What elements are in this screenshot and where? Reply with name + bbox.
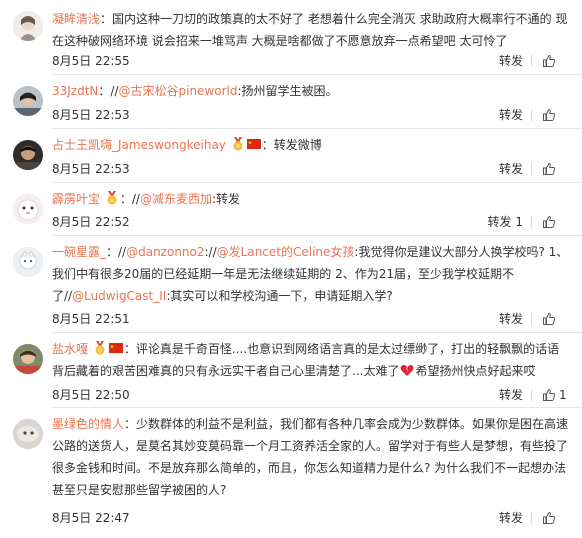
repost-button[interactable]: 转发 xyxy=(491,309,531,329)
comment-item: 占士王凯嗨_Jameswongkeihay ：转发微博 8月5日 22:53 转… xyxy=(0,129,582,183)
comment-text-fragment: ：转发微博 xyxy=(261,138,322,152)
comment-time: 8月5日 22:50 xyxy=(52,388,130,402)
comment-text-fragment: ：国内这种一刀切的政策真的太不好了 老想着什么完全消灭 求助政府大概率行不通的 … xyxy=(52,12,568,48)
comment-time: 8月5日 22:53 xyxy=(52,162,130,176)
comment-text-fragment: ：// xyxy=(106,245,127,259)
medal-icon xyxy=(107,191,117,205)
thumbs-up-icon xyxy=(543,511,556,524)
repost-button[interactable]: 转发 xyxy=(491,385,531,405)
comment-username[interactable]: 霹雳叶宝 xyxy=(52,192,100,206)
like-button[interactable] xyxy=(532,162,570,176)
comment-text-fragment: :其实可以和学校沟通一下，申请延期入学? xyxy=(166,289,393,303)
avatar[interactable] xyxy=(13,11,43,41)
comment-text: ：//@减东麦西加:转发 xyxy=(120,192,240,206)
comment-username[interactable]: 凝眸清浅 xyxy=(52,12,100,26)
china-flag-icon xyxy=(108,343,123,353)
thumbs-up-icon xyxy=(543,162,556,175)
comment-item: 霹雳叶宝 ：//@减东麦西加:转发 8月5日 22:52 转发 1 xyxy=(0,183,582,236)
comment-list: 凝眸清浅：国内这种一刀切的政策真的太不好了 老想着什么完全消灭 求助政府大概率行… xyxy=(0,0,582,538)
thumbs-up-icon xyxy=(543,108,556,121)
comment-item: 33JzdtN：//@古宋松谷pineworld:扬州留学生被困。 8月5日 2… xyxy=(0,75,582,129)
comment-text-fragment: :扬州留学生被困。 xyxy=(237,84,338,98)
avatar[interactable] xyxy=(13,419,43,449)
medal-icon xyxy=(95,341,105,355)
like-button[interactable]: 1 xyxy=(532,385,570,405)
repost-button[interactable]: 转发 xyxy=(491,159,531,179)
like-button[interactable] xyxy=(532,54,570,68)
broken-heart-icon xyxy=(401,364,414,376)
mention-link[interactable]: @发Lancet的Celine女孩 xyxy=(217,245,355,259)
mention-link[interactable]: @减东麦西加 xyxy=(140,192,212,206)
avatar[interactable] xyxy=(13,194,43,224)
comment-text: ：//@danzonno2://@发Lancet的Celine女孩:我觉得你是建… xyxy=(52,245,568,303)
mention-link[interactable]: @LudwigCast_II xyxy=(72,289,166,303)
comment-text: ：少数群体的利益不是利益，我们都有各种几率会成为少数群体。如果你是困在高速公路的… xyxy=(52,417,568,497)
comment-text-fragment: :// xyxy=(204,245,217,259)
comment-username[interactable]: 一碗星露_ xyxy=(52,245,106,259)
mention-link[interactable]: @danzonno2 xyxy=(126,245,204,259)
comment-time: 8月5日 22:47 xyxy=(52,511,130,525)
comment-text-fragment: ：// xyxy=(119,192,140,206)
mention-link[interactable]: @古宋松谷pineworld xyxy=(119,84,238,98)
comment-time: 8月5日 22:51 xyxy=(52,312,130,326)
thumbs-up-icon xyxy=(543,312,556,325)
avatar[interactable] xyxy=(13,86,43,116)
comment-username[interactable]: 墨绿色的情人 xyxy=(52,417,124,431)
avatar[interactable] xyxy=(13,344,43,374)
thumbs-up-icon xyxy=(543,215,556,228)
comment-time: 8月5日 22:53 xyxy=(52,108,130,122)
comment-text: ：转发微博 xyxy=(262,138,322,152)
comment-text-fragment: 希望扬州快点好起来哎 xyxy=(415,364,536,378)
comment-item: 墨绿色的情人：少数群体的利益不是利益，我们都有各种几率会成为少数群体。如果你是困… xyxy=(0,408,582,538)
thumbs-up-icon xyxy=(543,388,556,401)
medal-icon xyxy=(233,137,243,151)
comment-text: ：评论真是千奇百怪....也意识到网络语言真的是太过缥缈了，打出的轻飘飘的话语背… xyxy=(52,342,559,378)
comment-item: 一碗星露_：//@danzonno2://@发Lancet的Celine女孩:我… xyxy=(0,236,582,333)
china-flag-icon xyxy=(246,139,261,149)
comment-text: ：//@古宋松谷pineworld:扬州留学生被困。 xyxy=(98,84,337,98)
comment-text: ：国内这种一刀切的政策真的太不好了 老想着什么完全消灭 求助政府大概率行不通的 … xyxy=(52,12,567,48)
like-button[interactable] xyxy=(532,215,570,229)
comment-username[interactable]: 33JzdtN xyxy=(52,84,98,98)
comment-item: 盐水嘎 ：评论真是千奇百怪....也意识到网络语言真的是太过缥缈了，打出的轻飘飘… xyxy=(0,333,582,408)
repost-button[interactable]: 转发 xyxy=(491,508,531,528)
comment-text-fragment: :转发 xyxy=(211,192,240,206)
like-button[interactable] xyxy=(532,108,570,122)
repost-button[interactable]: 转发 1 xyxy=(480,212,531,232)
comment-time: 8月5日 22:52 xyxy=(52,215,130,229)
like-button[interactable] xyxy=(532,312,570,326)
comment-time: 8月5日 22:55 xyxy=(52,54,130,68)
repost-button[interactable]: 转发 xyxy=(491,105,531,125)
comment-item: 凝眸清浅：国内这种一刀切的政策真的太不好了 老想着什么完全消灭 求助政府大概率行… xyxy=(0,0,582,75)
like-button[interactable] xyxy=(532,511,570,525)
comment-username[interactable]: 盐水嘎 xyxy=(52,342,88,356)
avatar[interactable] xyxy=(13,140,43,170)
comment-username[interactable]: 占士王凯嗨_Jameswongkeihay xyxy=(52,138,226,152)
repost-button[interactable]: 转发 xyxy=(491,51,531,71)
comment-text-fragment: ：少数群体的利益不是利益，我们都有各种几率会成为少数群体。如果你是困在高速公路的… xyxy=(52,417,569,497)
avatar[interactable] xyxy=(13,247,43,277)
comment-text-fragment: ：// xyxy=(98,84,119,98)
like-count: 1 xyxy=(559,388,567,402)
thumbs-up-icon xyxy=(543,54,556,67)
